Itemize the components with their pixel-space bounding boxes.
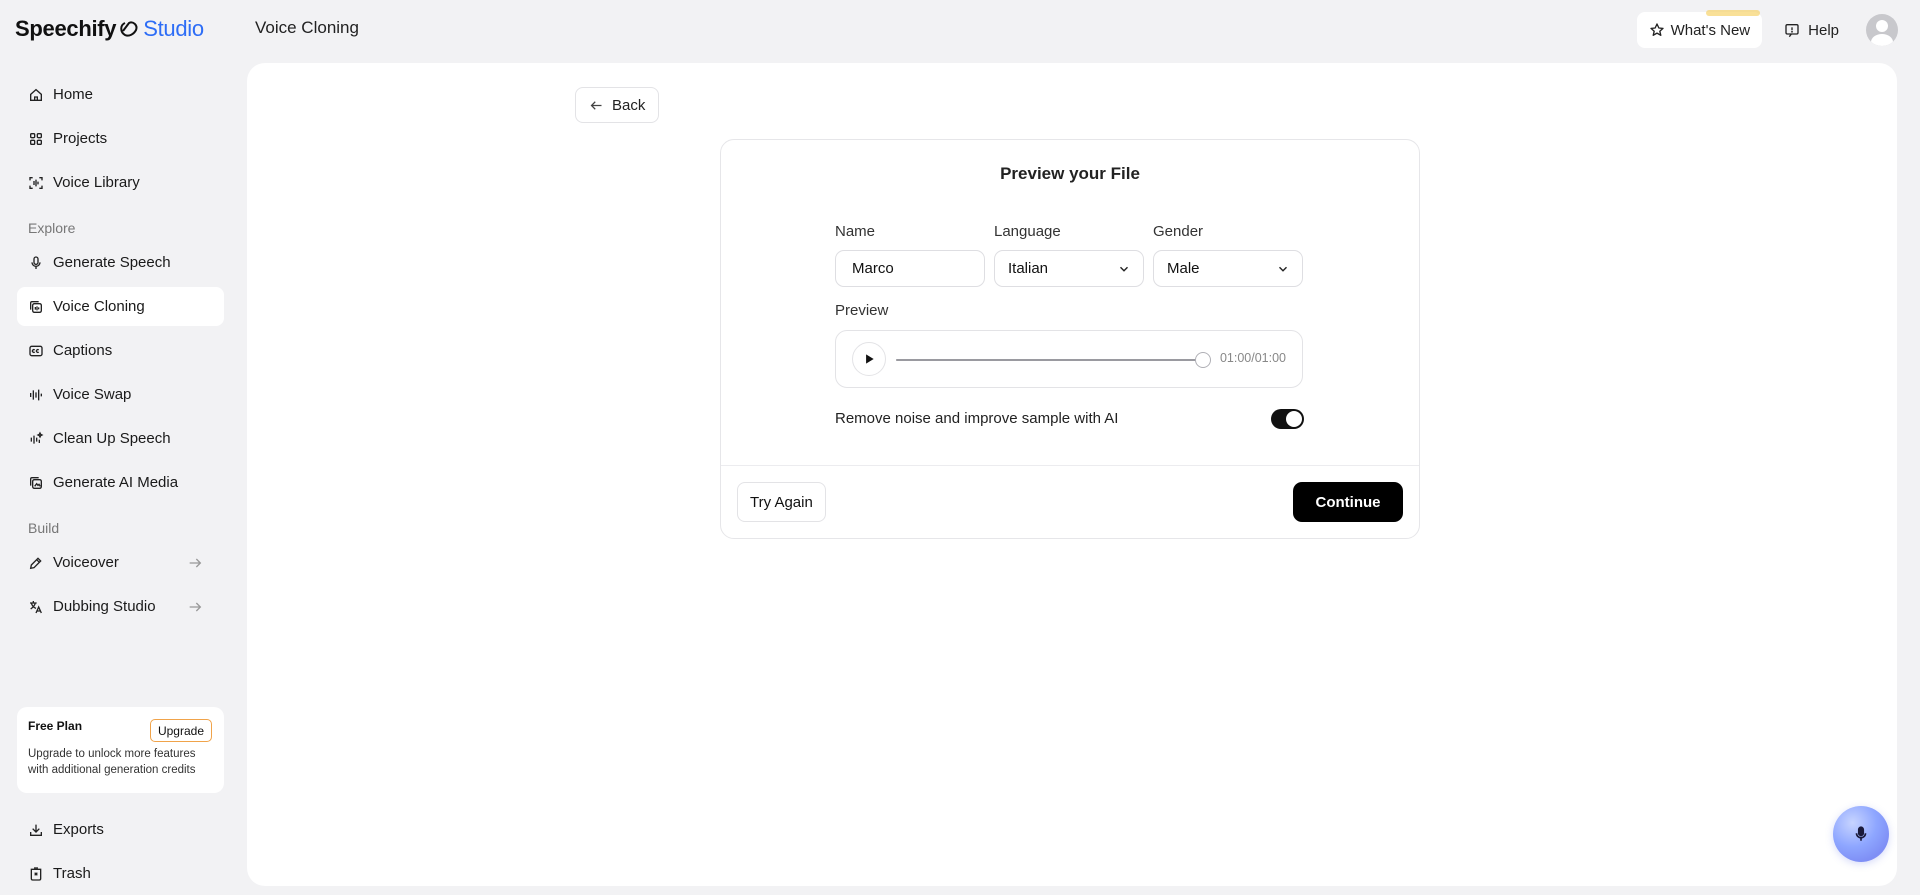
sidebar-item-dubbing-studio[interactable]: Dubbing Studio [17, 587, 224, 626]
help-label: Help [1808, 21, 1839, 39]
sidebar-item-voice-swap[interactable]: Voice Swap [17, 375, 224, 414]
sidebar-item-generate-ai-media[interactable]: Generate AI Media [17, 463, 224, 502]
name-input[interactable] [836, 251, 984, 286]
sidebar-item-label: Generate Speech [53, 254, 171, 271]
upgrade-button[interactable]: Upgrade [149, 719, 212, 742]
noise-removal-label: Remove noise and improve sample with AI [835, 410, 1119, 427]
main-panel: Back Preview your File Name Language Ita… [247, 63, 1897, 886]
language-select[interactable]: Italian [994, 250, 1144, 287]
back-label: Back [612, 96, 646, 114]
sidebar-item-label: Projects [53, 130, 108, 147]
sidebar-item-clean-up-speech[interactable]: Clean Up Speech [17, 419, 224, 458]
voice-input-button[interactable] [1833, 806, 1889, 862]
continue-button[interactable]: Continue [1293, 482, 1403, 522]
preview-label: Preview [835, 302, 889, 319]
arrow-right-icon [189, 602, 202, 612]
arrow-right-icon [189, 558, 202, 568]
page-title: Voice Cloning [255, 18, 359, 37]
voice-cloning-icon [30, 300, 42, 313]
voice-library-icon [29, 176, 43, 189]
toggle-knob [1286, 411, 1302, 427]
progress-track[interactable] [896, 359, 1203, 361]
sidebar-item-label: Generate AI Media [53, 474, 179, 491]
sidebar-item-projects[interactable]: Projects [17, 119, 224, 158]
media-icon [30, 476, 42, 489]
plan-description: Upgrade to unlock more features with add… [28, 748, 196, 776]
sidebar-item-label: Exports [53, 821, 104, 838]
play-button[interactable] [852, 342, 886, 376]
sidebar-item-voiceover[interactable]: Voiceover [17, 543, 224, 582]
sidebar-item-home[interactable]: Home [17, 75, 224, 114]
waveform-icon [30, 389, 42, 400]
sidebar-item-trash[interactable]: Trash [17, 854, 224, 893]
try-again-button[interactable]: Try Again [737, 482, 826, 522]
progress-thumb[interactable] [1195, 352, 1211, 368]
sidebar: Home Projects Voice Library Explore Gene… [0, 0, 240, 895]
sidebar-item-label: Voiceover [53, 554, 119, 571]
sidebar-item-label: Voice Swap [53, 386, 132, 403]
player-time: 01:00/01:00 [1219, 351, 1286, 365]
card-divider [721, 465, 1419, 466]
microphone-icon [31, 255, 41, 269]
language-label: Language [994, 223, 1061, 240]
chevron-down-icon [1279, 266, 1287, 272]
sidebar-item-label: Voice Library [53, 174, 140, 191]
sidebar-item-voice-library[interactable]: Voice Library [17, 163, 224, 202]
sparkle-wave-icon [30, 431, 44, 444]
pen-icon [29, 556, 42, 569]
name-label: Name [835, 223, 876, 240]
help-button[interactable]: Help [1784, 22, 1839, 39]
trash-icon [30, 866, 42, 881]
card-title: Preview your File [1000, 164, 1140, 183]
download-icon [30, 824, 42, 836]
whats-new-button[interactable]: What's New [1636, 10, 1763, 48]
avatar[interactable] [1866, 14, 1898, 46]
captions-icon [29, 345, 43, 356]
microphone-icon [1855, 826, 1867, 841]
noise-removal-toggle[interactable] [1271, 409, 1304, 429]
home-icon [30, 88, 42, 101]
help-icon [1785, 24, 1799, 38]
sidebar-item-captions[interactable]: Captions [17, 331, 224, 370]
whats-new-label: What's New [1670, 21, 1751, 39]
sidebar-item-label: Home [53, 86, 94, 103]
sidebar-item-label: Captions [53, 342, 113, 359]
sidebar-item-label: Dubbing Studio [53, 598, 156, 615]
gender-select[interactable]: Male [1153, 250, 1303, 287]
language-value: Italian [1008, 260, 1049, 277]
name-field-wrapper [835, 250, 985, 287]
play-icon [866, 354, 874, 364]
section-label-explore: Explore [28, 220, 76, 236]
sidebar-item-label: Trash [53, 865, 91, 882]
sidebar-item-label: Clean Up Speech [53, 430, 171, 447]
sidebar-item-generate-speech[interactable]: Generate Speech [17, 243, 224, 282]
preview-card: Preview your File Name Language Italian … [720, 139, 1420, 539]
audio-player: 01:00/01:00 [835, 330, 1303, 388]
section-label-build: Build [28, 520, 60, 536]
plan-card: Free Plan Upgrade Upgrade to unlock more… [17, 707, 224, 793]
chevron-down-icon [1120, 266, 1128, 272]
sidebar-item-label: Voice Cloning [53, 298, 145, 315]
star-icon [1649, 23, 1664, 36]
gender-value: Male [1167, 260, 1200, 277]
progress-fill [896, 359, 1203, 361]
arrow-left-icon [590, 100, 602, 110]
gender-label: Gender [1153, 223, 1204, 240]
sidebar-item-exports[interactable]: Exports [17, 810, 224, 849]
grid-icon [29, 132, 42, 145]
back-button[interactable]: Back [575, 87, 660, 123]
translate-icon [30, 600, 42, 613]
sidebar-item-voice-cloning[interactable]: Voice Cloning [17, 287, 224, 326]
highlight-glow [1706, 10, 1761, 16]
